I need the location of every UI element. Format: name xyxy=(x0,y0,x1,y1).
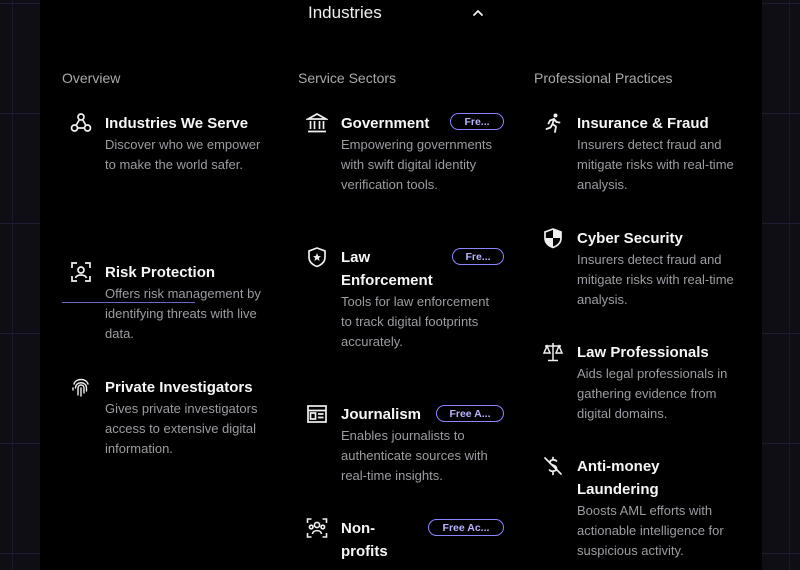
item-description: Aids legal professionals in gathering ev… xyxy=(577,366,728,421)
industries-dropdown-panel: Industries Overview Industries We Serve … xyxy=(40,0,762,570)
item-description: Empowering governments with swift digita… xyxy=(341,137,493,192)
item-title: Cyber Security xyxy=(577,230,683,247)
item-title: Industries We Serve xyxy=(105,115,249,132)
government-building-icon xyxy=(304,112,330,134)
shield-icon xyxy=(542,227,564,249)
free-access-badge: Fre... xyxy=(450,113,504,130)
money-off-icon xyxy=(542,455,564,477)
community-icon xyxy=(306,517,328,539)
item-description: Boosts AML efforts with actionable intel… xyxy=(577,503,724,558)
item-title: Private Investigators xyxy=(105,379,253,396)
free-access-badge: Free Ac... xyxy=(428,519,504,536)
item-title: Insurance & Fraud xyxy=(577,115,709,132)
item-title: Law Enforcement xyxy=(341,249,433,289)
item-description: Enables journalists to authenticate sour… xyxy=(341,428,488,483)
item-title: Non-profits xyxy=(341,520,388,560)
network-icon xyxy=(70,112,92,134)
free-access-badge: Free A... xyxy=(436,405,504,422)
item-description: Insurers detect fraud and mitigate risks… xyxy=(577,252,734,307)
scales-icon xyxy=(542,341,564,363)
newspaper-icon xyxy=(306,403,328,425)
item-title: Risk Protection xyxy=(105,264,216,281)
risk-scan-icon xyxy=(70,261,92,283)
item-description: Insurers detect fraud and mitigate risks… xyxy=(577,137,734,192)
menu-title[interactable]: Industries xyxy=(308,3,382,23)
column-service-sectors: Service Sectors Government Fre... Empowe… xyxy=(298,70,514,560)
running-person-icon xyxy=(542,112,564,134)
column-overview: Overview Industries We Serve Discover wh… xyxy=(62,70,282,456)
item-title: Law Professionals xyxy=(577,344,709,361)
column-heading: Overview xyxy=(62,70,121,86)
item-title: Anti-money Laundering xyxy=(577,458,660,498)
column-heading: Professional Practices xyxy=(534,70,673,86)
grid-line xyxy=(789,0,790,570)
item-description: Gives private investigators access to ex… xyxy=(105,401,258,456)
column-professional-practices: Professional Practices Insurance & Fraud… xyxy=(534,70,750,558)
fingerprint-icon xyxy=(70,376,92,398)
item-description: Discover who we empower to make the worl… xyxy=(105,137,261,172)
item-description: Offers risk management by identifying th… xyxy=(105,286,261,341)
item-title: Government xyxy=(341,115,430,132)
free-access-badge: Fre... xyxy=(452,248,504,265)
column-heading: Service Sectors xyxy=(298,70,397,86)
item-description: Tools for law enforcement to track digit… xyxy=(341,294,490,349)
grid-line xyxy=(12,0,13,570)
dropdown-header[interactable]: Industries xyxy=(40,0,762,30)
police-badge-icon xyxy=(306,246,328,268)
chevron-up-icon[interactable] xyxy=(471,6,485,20)
item-title: Journalism xyxy=(341,406,422,423)
